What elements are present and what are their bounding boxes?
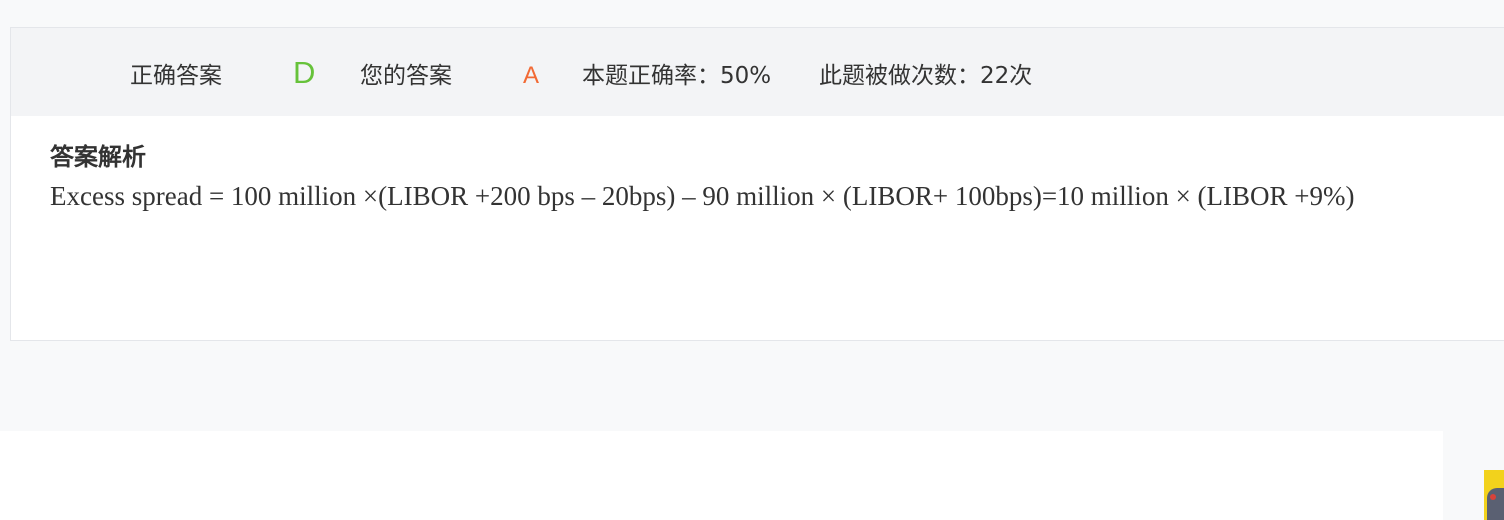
analysis-text: Excess spread = 100 million ×(LIBOR +200… xyxy=(50,181,1355,211)
answer-result-bar: 正确答案 D 您的答案 A 本题正确率：50% 此题被做次数：22次 xyxy=(11,28,1504,116)
your-answer-label: 您的答案 xyxy=(360,63,452,89)
correct-answer-label: 正确答案 xyxy=(130,63,222,89)
your-answer-value: A xyxy=(523,62,540,89)
analysis-title: 答案解析 xyxy=(50,143,146,171)
avatar-figure xyxy=(1487,488,1504,520)
next-content-panel xyxy=(0,431,1443,520)
answer-card: 正确答案 D 您的答案 A 本题正确率：50% 此题被做次数：22次 答案解析 … xyxy=(10,27,1504,341)
accuracy-rate: 本题正确率：50% xyxy=(582,63,772,89)
correct-answer-value: D xyxy=(293,55,316,90)
mascot-avatar-icon[interactable] xyxy=(1484,470,1504,520)
avatar-detail xyxy=(1490,494,1496,500)
attempt-count: 此题被做次数：22次 xyxy=(819,63,1033,89)
